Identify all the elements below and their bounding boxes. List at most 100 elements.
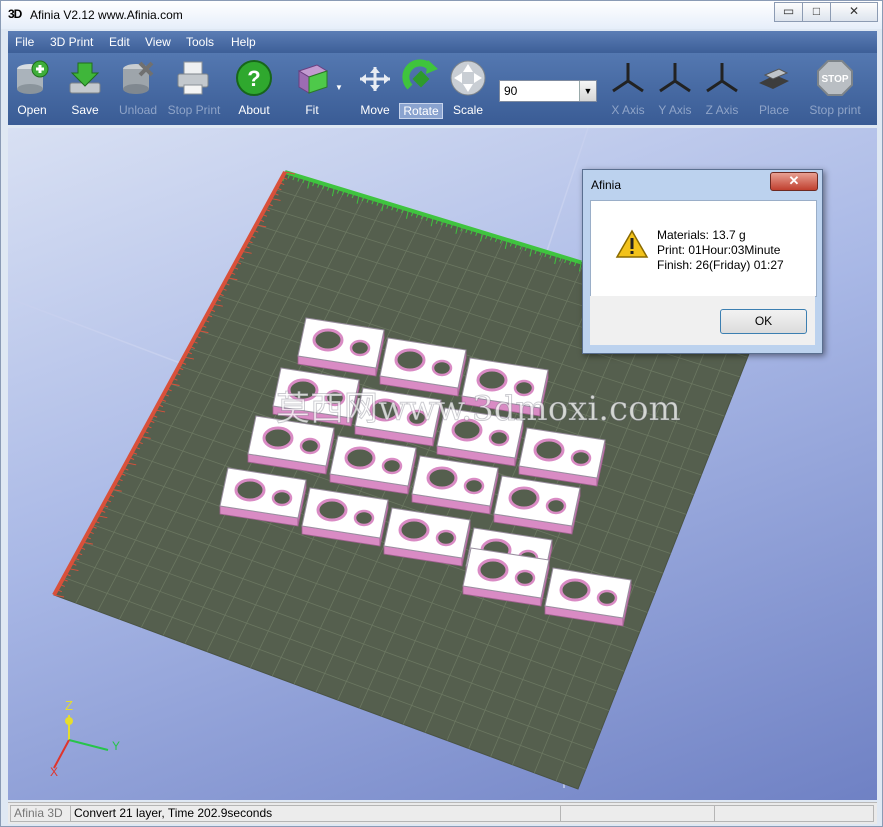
part-hole-large — [394, 348, 426, 372]
dialog-title: Afinia — [591, 178, 622, 192]
about-button[interactable]: ? About — [233, 59, 275, 117]
part-hole-large — [477, 558, 509, 582]
app-icon: 3D — [8, 7, 22, 21]
unload-button[interactable]: Unload — [113, 59, 163, 117]
dialog-materials: Materials: 13.7 g — [657, 228, 746, 242]
stop-sign-text: STOP — [821, 74, 848, 85]
part-hole-large — [262, 426, 294, 450]
menu-view[interactable]: View — [145, 35, 171, 49]
axis-triad-icon: Z Y X — [50, 698, 120, 779]
axis-label-y: Y — [112, 739, 120, 753]
z-axis-icon — [703, 59, 741, 97]
y-axis-button[interactable]: Y Axis — [655, 59, 695, 117]
part-hole-small — [435, 529, 457, 547]
part-hole-small — [431, 359, 453, 377]
fit-dropdown-arrow-icon[interactable]: ▼ — [335, 83, 343, 92]
scale-icon — [449, 59, 487, 97]
app-window: 3D Afinia V2.12 www.Afinia.com ▭ □ ✕ Fil… — [0, 0, 883, 827]
x-axis-icon — [609, 59, 647, 97]
close-button[interactable]: ✕ — [830, 2, 878, 22]
part-hole-small — [349, 339, 371, 357]
stop-print-label: Stop Print — [167, 103, 221, 117]
part-hole-large — [312, 328, 344, 352]
open-label: Open — [17, 103, 47, 117]
open-button[interactable]: Open — [12, 59, 52, 117]
part-hole-large — [533, 438, 565, 462]
y-axis-icon — [656, 59, 694, 97]
menu-help[interactable]: Help — [231, 35, 256, 49]
rotate-icon — [402, 59, 440, 97]
menu-tools[interactable]: Tools — [186, 35, 214, 49]
fit-button[interactable]: Fit — [292, 59, 332, 117]
maximize-icon: □ — [812, 4, 821, 18]
place-button[interactable]: Place — [754, 59, 794, 117]
axis-label-z: Z — [65, 698, 73, 713]
menu-3d-print[interactable]: 3D Print — [50, 35, 93, 49]
close-icon: ✕ — [848, 4, 860, 18]
place-icon — [755, 59, 793, 97]
part-hole-small — [299, 437, 321, 455]
minimize-button[interactable]: ▭ — [774, 2, 803, 22]
fit-label: Fit — [305, 103, 319, 117]
part-hole-large — [234, 478, 266, 502]
stop-sign-icon: STOP — [816, 59, 854, 97]
rotate-button[interactable]: Rotate — [399, 59, 443, 119]
fit-cube-icon — [293, 59, 331, 97]
scale-label: Scale — [452, 103, 484, 117]
close-icon: ✕ — [788, 173, 800, 188]
help-icon: ? — [235, 59, 273, 97]
dialog-finish-time: Finish: 26(Friday) 01:27 — [657, 258, 784, 272]
warning-icon — [615, 229, 649, 258]
part-hole-large — [476, 368, 508, 392]
open-icon — [13, 59, 51, 97]
part-hole-small — [596, 589, 618, 607]
menu-file[interactable]: File — [15, 35, 34, 49]
save-button[interactable]: Save — [65, 59, 105, 117]
part-hole-small — [488, 429, 510, 447]
part-hole-large — [508, 486, 540, 510]
watermark: 莫西网www.3dmoxi.com — [276, 389, 681, 429]
ok-button[interactable]: OK — [720, 309, 807, 334]
minimize-icon: ▭ — [782, 4, 795, 18]
part-hole-large — [426, 466, 458, 490]
part-hole-small — [463, 477, 485, 495]
dialog-print-time: Print: 01Hour:03Minute — [657, 243, 781, 257]
part-hole-small — [514, 569, 536, 587]
x-axis-button[interactable]: X Axis — [608, 59, 648, 117]
chevron-down-icon[interactable]: ▼ — [579, 81, 596, 101]
part-hole-small — [381, 457, 403, 475]
scale-button[interactable]: Scale — [448, 59, 488, 117]
dialog-close-button[interactable]: ✕ — [770, 172, 818, 191]
move-arrows-icon — [356, 59, 394, 97]
stop-print-2-label: Stop print — [809, 103, 861, 117]
part-hole-large — [559, 578, 591, 602]
part-hole-small — [570, 449, 592, 467]
part-hole-small — [545, 497, 567, 515]
status-panel-2 — [560, 805, 715, 822]
x-axis-label: X Axis — [611, 103, 645, 117]
info-dialog: Afinia ✕ Materials: 13.7 g Print: 01Hour… — [582, 169, 823, 354]
z-axis-button[interactable]: Z Axis — [702, 59, 742, 117]
rotation-angle-value: 90 — [504, 84, 518, 98]
stop-print-button[interactable]: Stop Print — [166, 59, 222, 117]
status-app: Afinia 3D — [10, 805, 71, 822]
part-hole-large — [316, 498, 348, 522]
part-hole-large — [398, 518, 430, 542]
svg-text:?: ? — [247, 66, 260, 91]
rotate-label: Rotate — [399, 103, 443, 119]
dialog-body: Materials: 13.7 g Print: 01Hour:03Minute… — [590, 200, 817, 297]
unload-icon — [119, 59, 157, 97]
status-message: Convert 21 layer, Time 202.9seconds — [70, 805, 561, 822]
move-button[interactable]: Move — [355, 59, 395, 117]
axis-label-x: X — [50, 765, 58, 779]
save-icon — [66, 59, 104, 97]
stop-print-2-button[interactable]: STOP Stop print — [807, 59, 863, 117]
maximize-button[interactable]: □ — [802, 2, 831, 22]
part-hole-small — [271, 489, 293, 507]
menu-edit[interactable]: Edit — [109, 35, 130, 49]
status-bar: Afinia 3D Convert 21 layer, Time 202.9se… — [8, 802, 877, 824]
move-label: Move — [360, 103, 390, 117]
save-label: Save — [71, 103, 99, 117]
rotation-angle-select[interactable]: 90 ▼ — [499, 80, 597, 102]
part-hole-large — [344, 446, 376, 470]
